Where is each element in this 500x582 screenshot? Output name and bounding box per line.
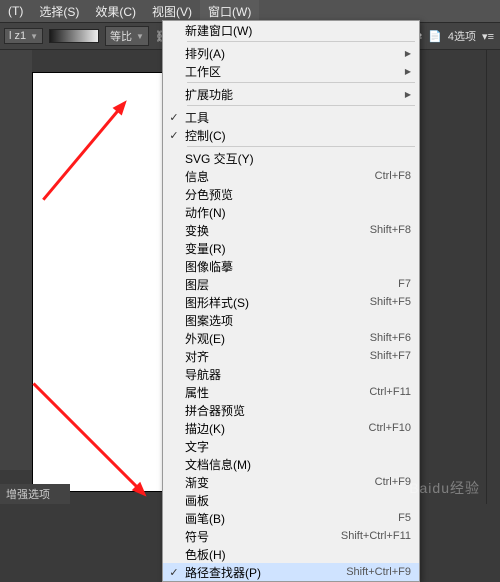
menu-flatten-preview[interactable]: 拼合器预览 — [163, 401, 419, 419]
menu-workspace[interactable]: 工作区 ▶ — [163, 62, 419, 80]
right-panel-strip — [486, 50, 500, 504]
menu-stroke[interactable]: 描边(K)Ctrl+F10 — [163, 419, 419, 437]
menu-select[interactable]: 选择(S) — [31, 0, 87, 22]
menu-layers[interactable]: 图层F7 — [163, 275, 419, 293]
menu-info[interactable]: 信息Ctrl+F8 — [163, 167, 419, 185]
menu-t[interactable]: (T) — [0, 0, 31, 22]
submenu-arrow-icon: ▶ — [405, 49, 411, 58]
menu-new-window[interactable]: 新建窗口(W) — [163, 21, 419, 39]
menu-svg-interactivity[interactable]: SVG 交互(Y) — [163, 149, 419, 167]
menu-swatches[interactable]: 色板(H) — [163, 545, 419, 563]
menu-extensions[interactable]: 扩展功能 ▶ — [163, 85, 419, 103]
menu-separator — [187, 82, 415, 83]
submenu-arrow-icon: ▶ — [405, 67, 411, 76]
menu-pattern-options[interactable]: 图案选项 — [163, 311, 419, 329]
menu-gradient[interactable]: 渐变Ctrl+F9 — [163, 473, 419, 491]
menu-pathfinder[interactable]: ✓路径查找器(P)Shift+Ctrl+F9 — [163, 563, 419, 581]
right-label: 4选项 — [448, 28, 476, 44]
menu-graphic-styles[interactable]: 图形样式(S)Shift+F5 — [163, 293, 419, 311]
menu-view[interactable]: 视图(V) — [144, 0, 200, 22]
menu-effect[interactable]: 效果(C) — [87, 0, 144, 22]
menu-navigator[interactable]: 导航器 — [163, 365, 419, 383]
menu-symbols[interactable]: 符号Shift+Ctrl+F11 — [163, 527, 419, 545]
menu-brushes[interactable]: 画笔(B)F5 — [163, 509, 419, 527]
menu-actions[interactable]: 动作(N) — [163, 203, 419, 221]
menu-align[interactable]: 对齐Shift+F7 — [163, 347, 419, 365]
mode-label: l z1 — [9, 30, 26, 42]
submenu-arrow-icon: ▶ — [405, 90, 411, 99]
tools-panel — [0, 50, 32, 470]
menu-transform[interactable]: 变换Shift+F8 — [163, 221, 419, 239]
bottom-panel-label: 增强选项 — [6, 486, 50, 502]
scale-label: 等比 — [110, 28, 132, 44]
menu-separator — [187, 105, 415, 106]
menu-window[interactable]: 窗口(W) — [200, 0, 259, 22]
menu-variables[interactable]: 变量(R) — [163, 239, 419, 257]
check-icon: ✓ — [163, 129, 185, 142]
chevron-down-icon: ▼ — [30, 32, 38, 41]
menu-arrange[interactable]: 排列(A) ▶ — [163, 44, 419, 62]
menu-artboards[interactable]: 画板 — [163, 491, 419, 509]
menu-doc-info[interactable]: 文档信息(M) — [163, 455, 419, 473]
doc-setup-icon[interactable]: 📄 — [428, 30, 442, 43]
menu-separations[interactable]: 分色预览 — [163, 185, 419, 203]
menubar: (T) 选择(S) 效果(C) 视图(V) 窗口(W) — [0, 0, 500, 22]
menu-tools[interactable]: ✓ 工具 — [163, 108, 419, 126]
scale-select[interactable]: 等比 ▼ — [105, 26, 149, 46]
bottom-panel-tab[interactable]: 增强选项 — [0, 484, 70, 504]
mode-select[interactable]: l z1 ▼ — [4, 28, 43, 44]
window-menu-dropdown: 新建窗口(W) 排列(A) ▶ 工作区 ▶ 扩展功能 ▶ ✓ 工具 ✓ 控制(C… — [162, 20, 420, 582]
watermark: Baidu经验 — [409, 478, 480, 498]
chevron-down-icon: ▼ — [136, 32, 144, 41]
menu-appearance[interactable]: 外观(E)Shift+F6 — [163, 329, 419, 347]
menu-control[interactable]: ✓ 控制(C) — [163, 126, 419, 144]
menu-attributes[interactable]: 属性Ctrl+F11 — [163, 383, 419, 401]
panel-menu-icon[interactable]: ▾≡ — [482, 30, 494, 43]
menu-separator — [187, 146, 415, 147]
menu-type[interactable]: 文字 — [163, 437, 419, 455]
check-icon: ✓ — [163, 566, 185, 579]
menu-image-trace[interactable]: 图像临摹 — [163, 257, 419, 275]
menu-separator — [187, 41, 415, 42]
check-icon: ✓ — [163, 111, 185, 124]
gradient-swatch[interactable] — [49, 29, 99, 43]
